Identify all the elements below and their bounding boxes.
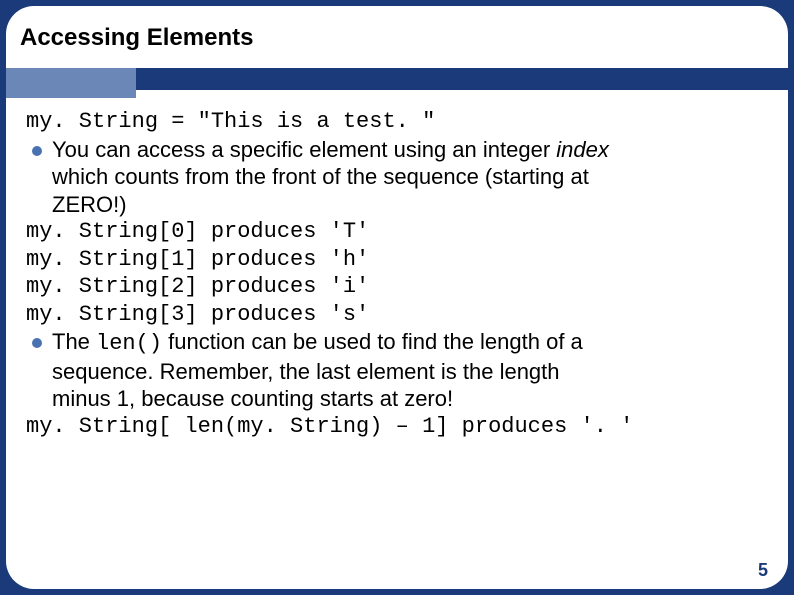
code-index-2: my. String[2] produces 'i' <box>26 273 768 301</box>
bullet-icon <box>32 146 42 156</box>
bullet-1-line3: ZERO!) <box>26 191 768 219</box>
bullet-1-italic: index <box>556 137 609 162</box>
bullet-1-text-a: You can access a specific element using … <box>52 137 556 162</box>
slide-title: Accessing Elements <box>20 24 253 52</box>
bullet-2: The len() function can be used to find t… <box>26 328 768 358</box>
slide-card: Accessing Elements my. String = "This is… <box>6 6 788 589</box>
code-len-expr: my. String[ len(my. String) – 1] produce… <box>26 413 768 441</box>
bullet-1-line1: You can access a specific element using … <box>52 136 768 164</box>
bullet-2-text-a: The <box>52 329 96 354</box>
bullet-2-code: len() <box>96 331 162 356</box>
bullet-1: You can access a specific element using … <box>26 136 768 164</box>
bullet-2-line3: minus 1, because counting starts at zero… <box>26 385 768 413</box>
bullet-1-line2: which counts from the front of the seque… <box>26 163 768 191</box>
code-index-3: my. String[3] produces 's' <box>26 301 768 329</box>
page-number: 5 <box>758 560 768 581</box>
code-index-0: my. String[0] produces 'T' <box>26 218 768 246</box>
bullet-2-line2: sequence. Remember, the last element is … <box>26 358 768 386</box>
code-assign: my. String = "This is a test. " <box>26 108 768 136</box>
code-index-1: my. String[1] produces 'h' <box>26 246 768 274</box>
accent-overlay <box>6 68 136 98</box>
slide-body: my. String = "This is a test. " You can … <box>26 108 768 440</box>
bullet-2-line1: The len() function can be used to find t… <box>52 328 768 358</box>
bullet-icon <box>32 338 42 348</box>
bullet-2-text-b: function can be used to find the length … <box>162 329 583 354</box>
